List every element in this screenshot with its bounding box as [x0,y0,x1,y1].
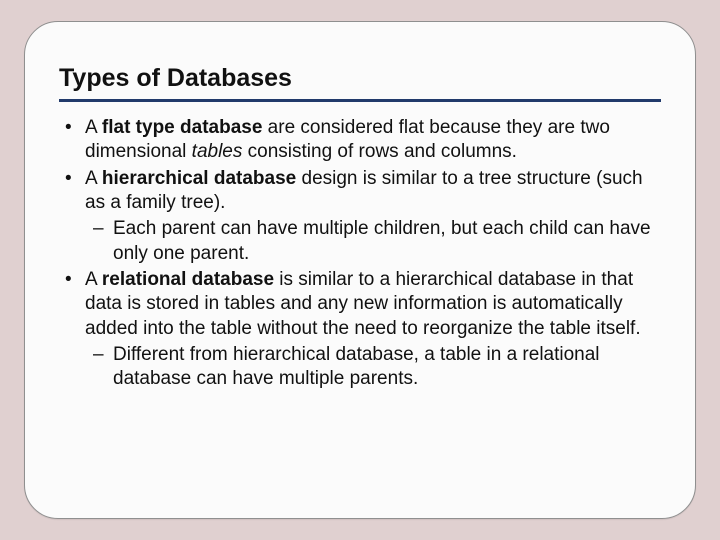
slide-card: Types of Databases A flat type database … [24,21,696,519]
list-item: A relational database is similar to a hi… [59,268,661,392]
text: consisting of rows and columns. [242,141,517,162]
bold-term: flat type database [102,117,263,138]
text: A [85,117,102,138]
bold-term: hierarchical database [102,168,296,189]
slide-title: Types of Databases [59,64,661,99]
sub-list: Each parent can have multiple children, … [85,217,661,266]
bold-term: relational database [102,269,274,290]
sub-item: Each parent can have multiple children, … [85,217,661,266]
text: A [85,269,102,290]
italic-term: tables [192,141,243,162]
sub-item: Different from hierarchical database, a … [85,343,661,392]
bullet-list: A flat type database are considered flat… [59,116,661,391]
list-item: A flat type database are considered flat… [59,116,661,165]
title-rule [59,99,661,102]
text: A [85,168,102,189]
sub-list: Different from hierarchical database, a … [85,343,661,392]
list-item: A hierarchical database design is simila… [59,167,661,266]
